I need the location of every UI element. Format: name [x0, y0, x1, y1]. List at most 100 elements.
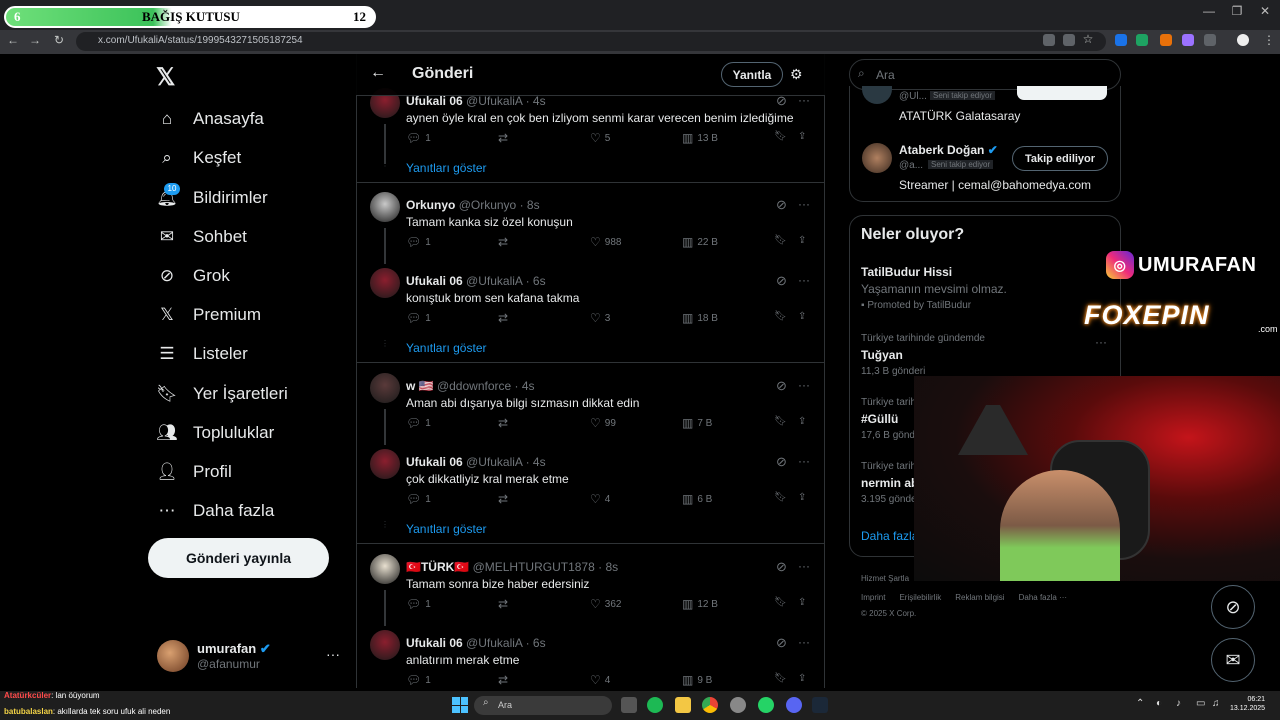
views-action[interactable]: ▥ 6 B [682, 492, 712, 506]
sidebar-item-yer-i-şaretleri[interactable]: 🔖︎ Yer İşaretleri [156, 379, 288, 409]
app-icon[interactable] [730, 697, 746, 713]
tweet-author[interactable]: Orkunyo @Orkunyo · 8s [406, 198, 540, 212]
mic-icon[interactable]: ♪ [1176, 698, 1181, 709]
footer-link[interactable]: Reklam bilgisi [955, 593, 1004, 602]
share-icon[interactable]: ⇪ [798, 597, 806, 608]
grok-icon[interactable]: ⊘ [1211, 585, 1255, 629]
avatar[interactable] [157, 640, 189, 672]
show-replies-link[interactable]: Yanıtları göster [406, 522, 486, 536]
show-replies-link[interactable]: Yanıtları göster [406, 341, 486, 355]
account-name[interactable]: umurafan ✔ [197, 641, 271, 657]
extension-icon[interactable] [1160, 34, 1172, 46]
url-field[interactable]: x.com/UfukaliA/status/199954327150518725… [76, 32, 1106, 51]
retweet-action[interactable]: ⇄ [498, 235, 512, 249]
avatar[interactable] [370, 373, 400, 403]
retweet-action[interactable]: ⇄ [498, 416, 512, 430]
tweet-author[interactable]: Ufukali 06 @UfukaliA · 6s [406, 636, 546, 650]
back-arrow-icon[interactable]: ← [370, 64, 386, 82]
close-icon[interactable]: ✕ [1252, 4, 1278, 22]
task-view-icon[interactable] [621, 697, 637, 713]
following-button[interactable]: Takip ediliyor [1012, 146, 1108, 171]
zoom-icon[interactable] [1063, 34, 1075, 46]
bookmark-icon[interactable]: 🔖︎ [774, 131, 787, 142]
trend-name[interactable]: #Güllü [861, 412, 898, 426]
show-more-link[interactable]: Daha fazla [861, 529, 918, 543]
grok-icon[interactable]: ⊘ [776, 635, 787, 651]
install-icon[interactable] [1043, 34, 1055, 46]
bookmark-icon[interactable]: 🔖︎ [774, 492, 787, 503]
more-icon[interactable]: ··· [798, 635, 810, 649]
tweet-author[interactable]: 🇹🇷TÜRK🇹🇷 @MELHTURGUT1878 · 8s [406, 560, 618, 574]
back-icon[interactable]: ← [6, 33, 20, 47]
like-action[interactable]: ♡ 362 [590, 597, 621, 611]
share-icon[interactable]: ⇪ [798, 416, 806, 427]
windows-start-icon[interactable] [452, 697, 468, 713]
views-action[interactable]: ▥ 22 B [682, 235, 718, 249]
retweet-action[interactable]: ⇄ [498, 597, 512, 611]
extension-icon[interactable] [1182, 34, 1194, 46]
maximize-icon[interactable]: ❐ [1224, 4, 1250, 22]
tweet-author[interactable]: Ufukali 06 @UfukaliA · 6s [406, 274, 546, 288]
retweet-action[interactable]: ⇄ [498, 673, 512, 687]
post-button[interactable]: Gönderi yayınla [148, 538, 329, 578]
grok-icon[interactable]: ⊘ [776, 378, 787, 394]
like-action[interactable]: ♡ 4 [590, 673, 610, 687]
sidebar-item-daha-fazla[interactable]: ⋯ Daha fazla [156, 496, 275, 526]
more-icon[interactable]: ··· [1095, 335, 1107, 349]
avatar[interactable] [862, 143, 892, 173]
bookmark-icon[interactable]: 🔖︎ [774, 597, 787, 608]
network-icon[interactable]: ▭ [1196, 698, 1205, 709]
grok-icon[interactable]: ⊘ [776, 454, 787, 470]
bookmark-icon[interactable]: 🔖︎ [774, 235, 787, 246]
sidebar-item-premium[interactable]: 𝕏 Premium [156, 300, 261, 330]
footer-link[interactable]: Imprint [861, 593, 885, 602]
show-replies-link[interactable]: Yanıtları göster [406, 161, 486, 175]
spotify-icon[interactable] [647, 697, 663, 713]
like-action[interactable]: ♡ 3 [590, 311, 610, 325]
steam-icon[interactable] [812, 697, 828, 713]
sidebar-item-topluluklar[interactable]: 👥︎ Topluluklar [156, 418, 274, 448]
like-action[interactable]: ♡ 4 [590, 492, 610, 506]
reply-action[interactable]: 💬︎ 1 [406, 492, 431, 506]
share-icon[interactable]: ⇪ [798, 673, 806, 684]
kebab-menu-icon[interactable]: ⋮ [1262, 33, 1276, 47]
sliders-icon[interactable]: ⚙ [790, 66, 803, 83]
avatar[interactable] [370, 554, 400, 584]
footer-link[interactable]: Daha fazla ··· [1019, 593, 1067, 602]
taskbar-search[interactable]: Ara [474, 696, 612, 715]
clock[interactable]: 06:21 13.12.2025 [1230, 695, 1265, 713]
sidebar-item-sohbet[interactable]: ✉ Sohbet [156, 222, 247, 252]
footer-terms[interactable]: Hizmet Şartla [861, 574, 909, 583]
tweet-author[interactable]: Ufukali 06 @UfukaliA · 4s [406, 94, 546, 108]
retweet-action[interactable]: ⇄ [498, 492, 512, 506]
tweet-author[interactable]: w 🇺🇸 @ddownforce · 4s [406, 379, 535, 393]
more-icon[interactable]: ··· [326, 646, 340, 662]
extension-icon[interactable] [1115, 34, 1127, 46]
views-action[interactable]: ▥ 7 B [682, 416, 712, 430]
sidebar-item-listeler[interactable]: ☰ Listeler [156, 339, 247, 369]
tray-icon[interactable]: ◐ [1156, 698, 1162, 709]
views-action[interactable]: ▥ 12 B [682, 597, 718, 611]
follow-button[interactable] [1017, 86, 1107, 100]
sidebar-item-keşfet[interactable]: ⌕ Keşfet [156, 143, 241, 173]
reply-button[interactable]: Yanıtla [721, 62, 783, 87]
whatsapp-icon[interactable] [758, 697, 774, 713]
reply-action[interactable]: 💬︎ 1 [406, 311, 431, 325]
grok-icon[interactable]: ⊘ [776, 197, 787, 213]
footer-link[interactable]: Erişilebilirlik [899, 593, 941, 602]
retweet-action[interactable]: ⇄ [498, 311, 512, 325]
sidebar-item-profil[interactable]: 👤︎ Profil [156, 457, 232, 487]
reload-icon[interactable]: ↻ [52, 33, 66, 47]
profile-icon[interactable] [1237, 34, 1249, 46]
messages-icon[interactable]: ✉ [1211, 638, 1255, 682]
bookmark-icon[interactable]: 🔖︎ [774, 673, 787, 684]
who-name[interactable]: Ataberk Doğan ✔ [899, 143, 998, 157]
chrome-icon[interactable] [702, 697, 718, 713]
more-icon[interactable]: ··· [798, 273, 810, 287]
bookmark-icon[interactable]: 🔖︎ [774, 416, 787, 427]
views-action[interactable]: ▥ 13 B [682, 131, 718, 145]
more-icon[interactable]: ··· [798, 559, 810, 573]
avatar[interactable] [370, 630, 400, 660]
reply-action[interactable]: 💬︎ 1 [406, 235, 431, 249]
trend-name[interactable]: Tuğyan [861, 348, 903, 362]
